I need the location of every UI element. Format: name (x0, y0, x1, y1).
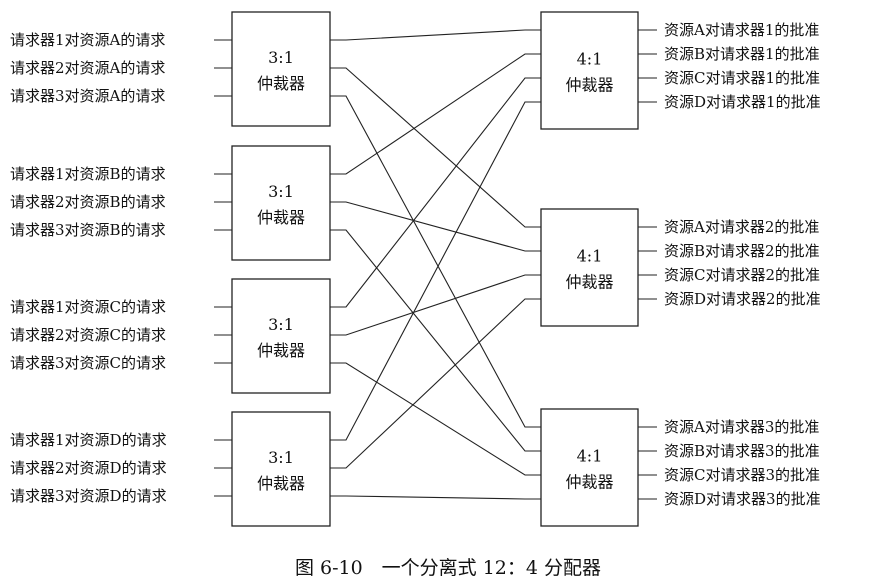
input-arbiter-box (231, 411, 331, 527)
crossbar-wire (330, 201, 541, 252)
crossbar-wire (330, 298, 541, 469)
input-arbiter-name: 仲裁器 (257, 341, 305, 360)
request-label: 请求器3对资源B的请求 (10, 221, 166, 239)
grant-label: 资源A对请求器3的批准 (664, 418, 819, 436)
request-label: 请求器1对资源D的请求 (10, 431, 167, 449)
grant-label: 资源D对请求器3的批准 (664, 490, 821, 508)
input-arbiter-name: 仲裁器 (257, 74, 305, 93)
request-label: 请求器2对资源C的请求 (10, 326, 166, 344)
crossbar-wire (330, 29, 541, 41)
crossbar-wire (330, 229, 541, 452)
crossbar-wire (330, 495, 541, 500)
grant-label: 资源A对请求器2的批准 (664, 218, 819, 236)
request-label: 请求器3对资源D的请求 (10, 487, 167, 505)
output-arbiter-ratio: 4:1 (577, 247, 603, 266)
input-arbiter-box (231, 11, 331, 127)
crossbar-wire (330, 77, 541, 308)
input-arbiter-ratio: 3:1 (268, 448, 294, 467)
crossbar-wire (330, 53, 541, 175)
input-arbiter-box (231, 145, 331, 261)
crossbar-wire (330, 67, 541, 228)
crossbar-wire (330, 362, 541, 476)
input-arbiter-name: 仲裁器 (257, 208, 305, 227)
output-arbiter-name: 仲裁器 (565, 473, 613, 492)
output-arbiter-name: 仲裁器 (565, 76, 613, 95)
grant-label: 资源A对请求器1的批准 (664, 21, 819, 39)
request-label: 请求器1对资源A的请求 (10, 31, 165, 49)
figure-caption: 图 6-10 一个分离式 12：4 分配器 (295, 557, 601, 579)
output-arbiter-box (540, 11, 639, 130)
output-arbiter-ratio: 4:1 (577, 447, 603, 466)
request-label: 请求器1对资源C的请求 (10, 298, 166, 316)
grant-label: 资源D对请求器1的批准 (664, 93, 821, 111)
grant-label: 资源C对请求器3的批准 (664, 466, 820, 484)
request-label: 请求器2对资源A的请求 (10, 59, 165, 77)
output-arbiter-name: 仲裁器 (565, 273, 613, 292)
input-arbiter-box (231, 278, 331, 394)
grant-label: 资源B对请求器1的批准 (664, 45, 820, 63)
output-arbiter-ratio: 4:1 (577, 50, 603, 69)
crossbar-wire (330, 274, 541, 336)
grant-label: 资源B对请求器3的批准 (664, 442, 820, 460)
crossbar-wire (330, 101, 541, 441)
request-label: 请求器3对资源A的请求 (10, 87, 165, 105)
request-label: 请求器2对资源D的请求 (10, 459, 167, 477)
separable-allocator-diagram: 请求器1对资源A的请求请求器2对资源A的请求请求器3对资源A的请求请求器1对资源… (10, 11, 821, 579)
request-label: 请求器3对资源C的请求 (10, 354, 166, 372)
output-arbiter-box (540, 208, 639, 327)
grant-label: 资源B对请求器2的批准 (664, 242, 820, 260)
input-arbiter-name: 仲裁器 (257, 474, 305, 493)
request-label: 请求器1对资源B的请求 (10, 165, 166, 183)
grant-label: 资源D对请求器2的批准 (664, 290, 821, 308)
grant-label: 资源C对请求器2的批准 (664, 266, 820, 284)
input-arbiter-ratio: 3:1 (268, 182, 294, 201)
input-arbiter-ratio: 3:1 (268, 48, 294, 67)
input-arbiter-ratio: 3:1 (268, 315, 294, 334)
output-arbiter-box (540, 408, 639, 527)
request-label: 请求器2对资源B的请求 (10, 193, 166, 211)
crossbar-wire (330, 95, 541, 428)
grant-label: 资源C对请求器1的批准 (664, 69, 820, 87)
